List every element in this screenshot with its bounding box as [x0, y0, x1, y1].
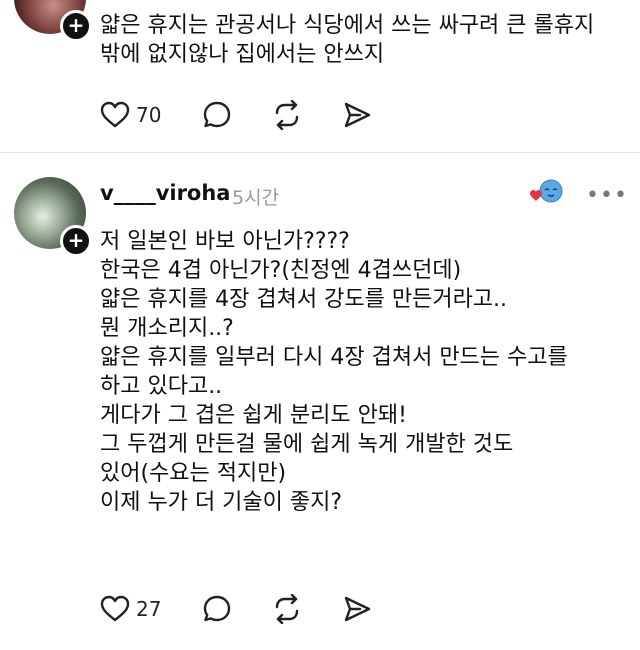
share-button[interactable]	[342, 100, 372, 130]
post-2: + v____viroha 5시간 ••• 저 일본인 바보 아닌가???? 한…	[0, 155, 640, 650]
like-count: 70	[136, 103, 162, 127]
share-icon	[344, 102, 371, 128]
share-button[interactable]	[342, 594, 372, 624]
post-text: 얇은 휴지는 관공서나 식당에서 쓰는 싸구려 큰 롤휴지 밖에 없지않나 집에…	[100, 11, 594, 69]
repost-icon	[275, 100, 299, 130]
post-1: + 얇은 휴지는 관공서나 식당에서 쓰는 싸구려 큰 롤휴지 밖에 없지않나 …	[0, 0, 640, 152]
post-text-line: 한국은 4겹 아닌가?(친정엔 4겹쓰던데)	[100, 258, 462, 283]
post-text-line: 뭔 개소리지..?	[100, 316, 234, 341]
follow-plus-icon[interactable]: +	[60, 10, 92, 42]
comment-button[interactable]	[202, 100, 232, 130]
heart-icon	[100, 101, 130, 128]
post-text-line: 하고 있다고..	[100, 374, 223, 399]
avatar-emoji-icon	[530, 179, 563, 203]
like-count: 27	[136, 597, 162, 621]
comment-icon	[203, 595, 231, 622]
post-text-line: 밖에 없지않나 집에서는 안쓰지	[100, 42, 385, 67]
comment-button[interactable]	[202, 594, 232, 624]
repost-button[interactable]	[272, 100, 302, 130]
like-button[interactable]: 27	[100, 594, 161, 624]
post-text-line: 저 일본인 바보 아닌가????	[100, 229, 350, 254]
post-text-line: 얇은 휴지를 4장 겹쳐서 강도를 만든거라고..	[100, 287, 508, 312]
divider	[0, 152, 640, 153]
heart-icon	[100, 595, 130, 622]
share-icon	[344, 596, 371, 622]
repost-button[interactable]	[272, 594, 302, 624]
username[interactable]: v____viroha	[100, 181, 230, 205]
post-text-line: 얇은 휴지는 관공서나 식당에서 쓰는 싸구려 큰 롤휴지	[100, 13, 595, 38]
repost-icon	[275, 594, 299, 624]
post-text-line: 있어(수요는 적지만)	[100, 461, 287, 486]
post-text-line: 게다가 그 겹은 쉽게 분리도 안돼!	[100, 403, 407, 428]
comment-icon	[203, 101, 231, 128]
more-options-button[interactable]: •••	[586, 183, 628, 208]
follow-plus-icon[interactable]: +	[60, 225, 92, 257]
post-text: 저 일본인 바보 아닌가???? 한국은 4겹 아닌가?(친정엔 4겹쓰던데) …	[100, 227, 568, 517]
post-text-line: 이제 누가 더 기술이 좋지?	[100, 490, 343, 515]
post-text-line: 그 두껍게 만든걸 물에 쉽게 녹게 개발한 것도	[100, 432, 514, 457]
timestamp: 5시간	[232, 187, 280, 209]
like-button[interactable]: 70	[100, 100, 161, 130]
post-text-line: 얇은 휴지를 일부러 다시 4장 겹쳐서 만드는 수고를	[100, 345, 568, 370]
